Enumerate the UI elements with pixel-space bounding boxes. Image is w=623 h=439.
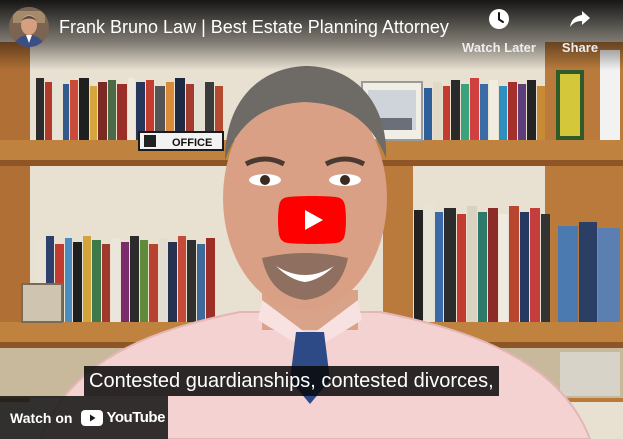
youtube-logo-icon: YouTube: [81, 409, 165, 426]
video-player[interactable]: OFFICE Frank Bruno Law | Best Estate Pla…: [0, 0, 623, 439]
watch-on-youtube-button[interactable]: Watch on YouTube: [0, 396, 168, 439]
office-sign-text: OFFICE: [172, 137, 212, 149]
watch-on-label: Watch on: [10, 409, 73, 426]
share-arrow-icon: [568, 11, 592, 35]
clock-icon: [487, 9, 511, 35]
closed-caption: Contested guardianships, contested divor…: [84, 366, 499, 396]
watch-later-button[interactable]: Watch Later: [456, 7, 542, 55]
watch-later-label: Watch Later: [462, 40, 536, 55]
channel-avatar[interactable]: [9, 7, 49, 47]
share-button[interactable]: Share: [556, 7, 604, 55]
video-title[interactable]: Frank Bruno Law | Best Estate Planning A…: [59, 17, 449, 37]
play-button[interactable]: [278, 196, 346, 244]
share-label: Share: [561, 40, 599, 55]
youtube-wordmark: YouTube: [106, 409, 165, 426]
play-icon: [278, 196, 346, 244]
